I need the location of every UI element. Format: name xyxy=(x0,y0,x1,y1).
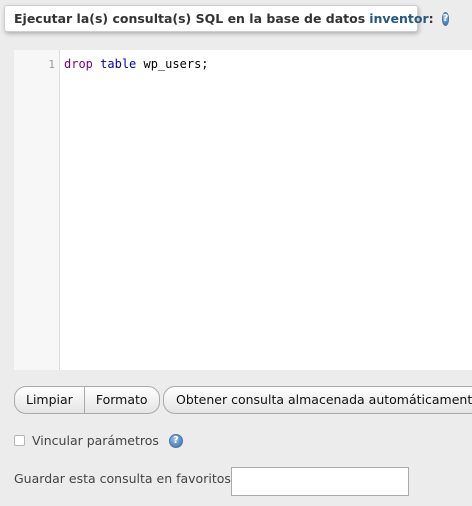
clear-button[interactable]: Limpiar xyxy=(15,387,84,413)
sql-keyword-drop: drop xyxy=(64,57,93,71)
sql-editor[interactable]: 1 drop table wp_users; xyxy=(14,50,472,370)
bind-parameters-label[interactable]: Vincular parámetros xyxy=(32,433,159,448)
line-number-gutter: 1 xyxy=(14,50,60,370)
sql-code-line[interactable]: drop table wp_users; xyxy=(60,50,209,370)
database-name-link[interactable]: inventor xyxy=(369,11,428,26)
bind-parameters-checkbox[interactable] xyxy=(14,435,25,446)
get-autosaved-query-button[interactable]: Obtener consulta almacenada automáticame… xyxy=(163,386,472,414)
query-panel-header: Ejecutar la(s) consulta(s) SQL en la bas… xyxy=(4,5,450,32)
help-icon[interactable]: ? xyxy=(441,11,450,26)
sql-query-panel: Ejecutar la(s) consulta(s) SQL en la bas… xyxy=(0,0,472,506)
help-icon[interactable]: ? xyxy=(168,433,183,448)
favorite-name-input[interactable] xyxy=(231,467,409,496)
save-favorite-label: Guardar esta consulta en favoritos: xyxy=(14,471,236,486)
bind-parameters-row: Vincular parámetros ? xyxy=(14,433,183,448)
header-title-text: Ejecutar la(s) consulta(s) SQL en la bas… xyxy=(14,11,366,26)
sql-keyword-table: table xyxy=(100,57,137,71)
sql-table-name: wp_users; xyxy=(136,57,209,71)
line-number: 1 xyxy=(48,58,55,71)
format-button[interactable]: Formato xyxy=(83,387,159,413)
editor-button-group: Limpiar Formato xyxy=(14,386,160,414)
header-colon: : xyxy=(428,11,434,26)
